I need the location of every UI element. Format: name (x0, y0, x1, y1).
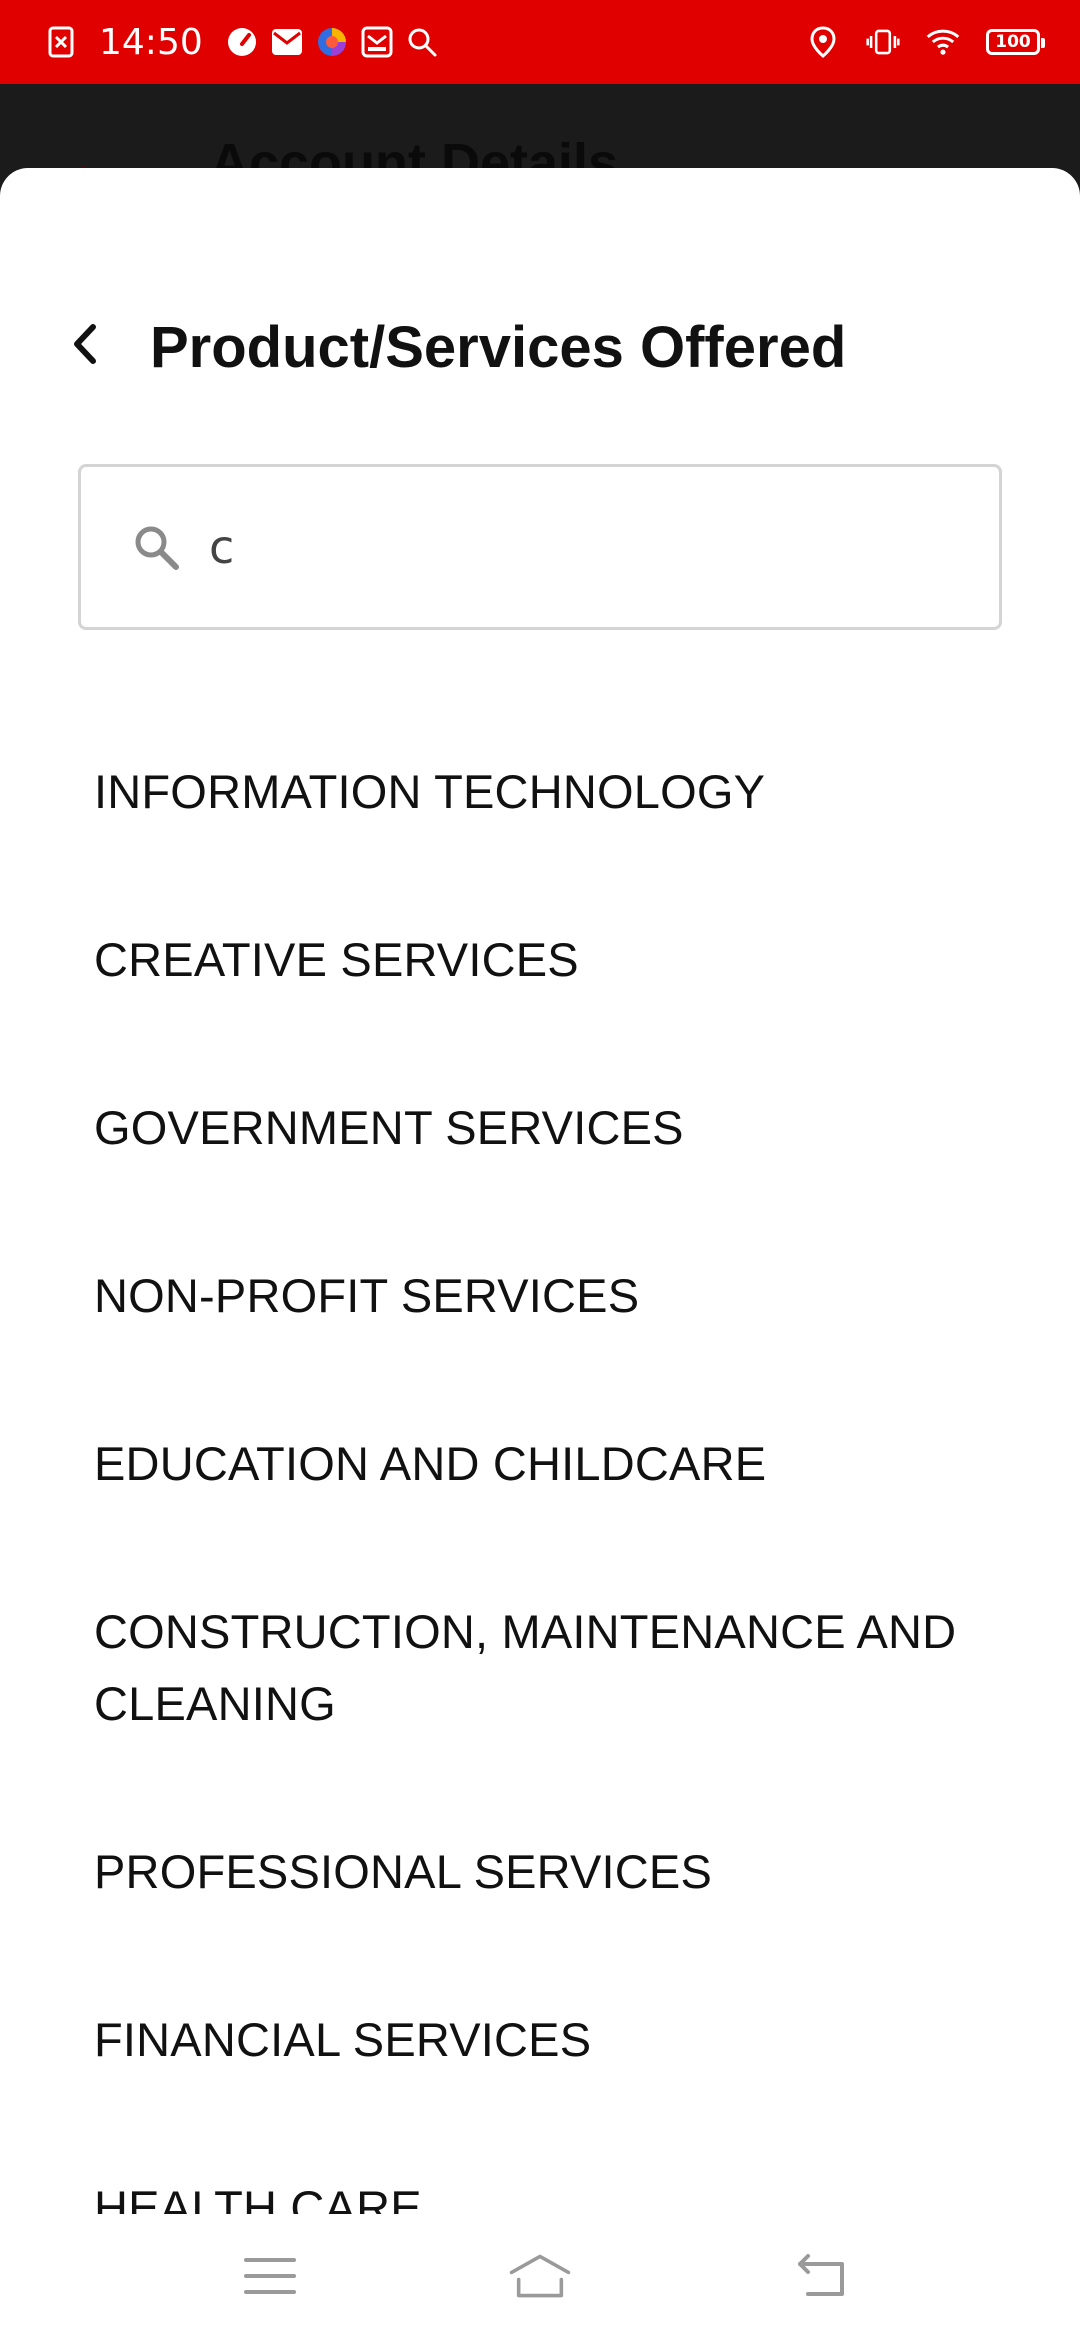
speedometer-icon (225, 25, 259, 59)
back-button[interactable] (60, 320, 108, 368)
home-icon (509, 2254, 571, 2298)
status-bar: 14:50 100 (0, 0, 1080, 84)
status-bar-left: 14:50 (44, 0, 450, 84)
inbox-icon (360, 25, 394, 59)
wifi-icon (926, 25, 960, 59)
status-time: 14:50 (99, 21, 203, 63)
menu-button[interactable] (238, 2244, 302, 2308)
battery-icon: 100 (986, 29, 1045, 55)
browser-icon (315, 25, 349, 59)
search-icon (131, 522, 181, 572)
option-financial-services[interactable]: FINANCIAL SERVICES (0, 1956, 1080, 2124)
status-bar-right: 100 (780, 0, 1045, 84)
navigation-bar (0, 2214, 1080, 2340)
sheet-title: Product/Services Offered (150, 315, 847, 380)
vibrate-icon (866, 25, 900, 59)
option-non-profit-services[interactable]: NON-PROFIT SERVICES (0, 1212, 1080, 1380)
notification-x-icon (44, 25, 78, 59)
back-icon (798, 2254, 844, 2296)
back-nav-button[interactable] (790, 2244, 854, 2308)
battery-level: 100 (995, 32, 1031, 52)
options-list: INFORMATION TECHNOLOGY CREATIVE SERVICES… (0, 708, 1080, 2214)
option-education-and-childcare[interactable]: EDUCATION AND CHILDCARE (0, 1380, 1080, 1548)
location-icon (806, 25, 840, 59)
option-creative-services[interactable]: CREATIVE SERVICES (0, 876, 1080, 1044)
product-services-sheet: Product/Services Offered INFORMATION TEC… (0, 168, 1080, 2214)
menu-icon (244, 2258, 296, 2294)
search-input[interactable] (209, 520, 949, 574)
mail-icon (270, 25, 304, 59)
option-government-services[interactable]: GOVERNMENT SERVICES (0, 1044, 1080, 1212)
option-information-technology[interactable]: INFORMATION TECHNOLOGY (0, 708, 1080, 876)
chevron-left-icon (74, 324, 96, 364)
option-professional-services[interactable]: PROFESSIONAL SERVICES (0, 1788, 1080, 1956)
option-health-care[interactable]: HEALTH CARE (0, 2124, 1080, 2214)
home-button[interactable] (508, 2244, 572, 2308)
option-construction-maintenance-cleaning[interactable]: CONSTRUCTION, MAINTENANCE AND CLEANING (0, 1548, 1080, 1788)
search-box[interactable] (78, 464, 1002, 630)
search-icon (405, 25, 439, 59)
